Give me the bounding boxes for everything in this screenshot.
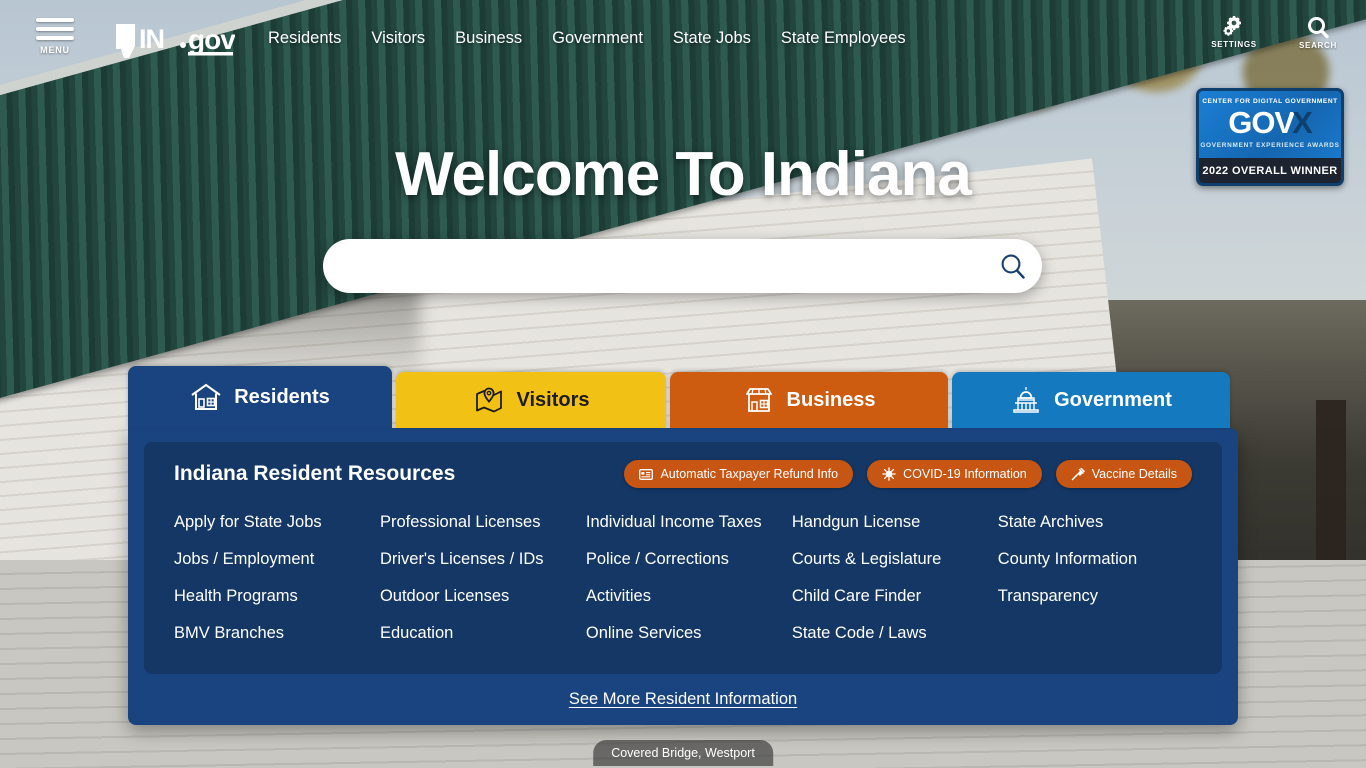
resource-links-column-5: State Archives County Information Transp… xyxy=(998,504,1192,652)
award-badge[interactable]: CENTER FOR DIGITAL GOVERNMENT GOV X GOVER… xyxy=(1196,88,1344,186)
award-badge-subtitle: GOVERNMENT EXPERIENCE AWARDS xyxy=(1200,142,1340,149)
hamburger-icon-bar-3 xyxy=(36,36,74,40)
tab-residents[interactable]: Residents xyxy=(128,366,392,428)
tab-business[interactable]: Business xyxy=(670,372,948,428)
resource-link[interactable]: Handgun License xyxy=(792,504,998,541)
resource-link[interactable]: County Information xyxy=(998,541,1192,578)
award-badge-x-mark: X xyxy=(1292,105,1313,140)
hamburger-icon-bar-2 xyxy=(36,27,74,31)
site-header: MENU IN gov Residents Visitors Business … xyxy=(0,0,1366,82)
resource-links-column-4: Handgun License Courts & Legislature Chi… xyxy=(792,504,998,652)
pill-automatic-taxpayer-refund[interactable]: Automatic Taxpayer Refund Info xyxy=(624,460,854,488)
resource-link[interactable]: BMV Branches xyxy=(174,615,380,652)
resource-link[interactable]: Education xyxy=(380,615,586,652)
svg-text:gov: gov xyxy=(188,24,235,55)
nav-item-residents[interactable]: Residents xyxy=(268,29,371,48)
search-toggle-label: SEARCH xyxy=(1299,41,1337,50)
search-magnifier-icon xyxy=(1001,254,1025,279)
hamburger-icon-bar-1 xyxy=(36,18,74,22)
resources-panel-header: Indiana Resident Resources Automatic Tax… xyxy=(174,460,1192,488)
resources-panel: Indiana Resident Resources Automatic Tax… xyxy=(128,428,1238,725)
hero-search-bar xyxy=(323,239,1042,293)
menu-button[interactable]: MENU xyxy=(35,18,75,55)
nav-item-state-employees[interactable]: State Employees xyxy=(781,29,936,48)
storefront-icon xyxy=(743,385,775,415)
tab-government[interactable]: Government xyxy=(952,372,1230,428)
search-magnifier-icon xyxy=(1308,17,1329,39)
award-badge-govx-text: GOV xyxy=(1228,105,1295,140)
tab-visitors[interactable]: Visitors xyxy=(396,372,666,428)
settings-button[interactable]: SETTINGS xyxy=(1206,16,1262,50)
tab-residents-label: Residents xyxy=(234,385,330,408)
resource-link[interactable]: Health Programs xyxy=(174,578,380,615)
tab-visitors-label: Visitors xyxy=(516,388,590,411)
award-badge-title: GOV X xyxy=(1228,105,1313,140)
resource-links-grid: Apply for State Jobs Jobs / Employment H… xyxy=(174,504,1192,652)
resource-link[interactable]: Activities xyxy=(586,578,792,615)
tab-government-label: Government xyxy=(1054,388,1172,411)
award-badge-winner-bar: 2022 OVERALL WINNER xyxy=(1199,158,1341,183)
in-gov-logo-icon: IN gov xyxy=(116,24,235,58)
site-logo[interactable]: IN gov xyxy=(113,22,235,62)
search-submit-button[interactable] xyxy=(984,239,1042,293)
header-utility-icons: SETTINGS SEARCH xyxy=(1206,16,1346,50)
resource-link[interactable]: Individual Income Taxes xyxy=(586,504,792,541)
resource-link[interactable]: Professional Licenses xyxy=(380,504,586,541)
resources-panel-inner: Indiana Resident Resources Automatic Tax… xyxy=(144,442,1222,674)
highlight-pill-list: Automatic Taxpayer Refund Info COVID-19 … xyxy=(624,460,1192,488)
search-toggle-button[interactable]: SEARCH xyxy=(1290,16,1346,50)
audience-section: Residents Visitors Business Government I… xyxy=(128,366,1238,725)
resources-panel-title: Indiana Resident Resources xyxy=(174,462,456,485)
svg-text:IN: IN xyxy=(139,24,164,54)
pill-covid-19-information-label: COVID-19 Information xyxy=(903,467,1027,481)
pill-automatic-taxpayer-refund-label: Automatic Taxpayer Refund Info xyxy=(660,467,839,481)
pill-vaccine-details[interactable]: Vaccine Details xyxy=(1055,460,1192,488)
virus-icon xyxy=(882,467,896,481)
page-title: Welcome To Indiana xyxy=(395,140,972,209)
main-navigation: Residents Visitors Business Government S… xyxy=(268,29,936,48)
resource-link[interactable]: Jobs / Employment xyxy=(174,541,380,578)
money-check-icon xyxy=(639,468,654,480)
resource-link[interactable]: Transparency xyxy=(998,578,1192,615)
settings-button-label: SETTINGS xyxy=(1211,40,1257,49)
resource-link[interactable]: Apply for State Jobs xyxy=(174,504,380,541)
map-pin-icon xyxy=(473,385,505,415)
settings-gears-icon xyxy=(1223,16,1241,36)
audience-tab-list: Residents Visitors Business Government xyxy=(128,366,1238,428)
pill-vaccine-details-label: Vaccine Details xyxy=(1091,467,1177,481)
tab-business-label: Business xyxy=(786,388,876,411)
resources-panel-footer: See More Resident Information xyxy=(144,674,1222,709)
resource-link[interactable]: Police / Corrections xyxy=(586,541,792,578)
resource-link[interactable]: State Code / Laws xyxy=(792,615,998,652)
pill-covid-19-information[interactable]: COVID-19 Information xyxy=(867,460,1042,488)
resource-links-column-2: Professional Licenses Driver's Licenses … xyxy=(380,504,586,652)
resource-link[interactable]: Courts & Legislature xyxy=(792,541,998,578)
house-icon xyxy=(190,382,222,412)
nav-item-business[interactable]: Business xyxy=(455,29,552,48)
resource-link[interactable]: Outdoor Licenses xyxy=(380,578,586,615)
nav-item-state-jobs[interactable]: State Jobs xyxy=(673,29,781,48)
resource-link[interactable]: State Archives xyxy=(998,504,1192,541)
resource-link[interactable]: Child Care Finder xyxy=(792,578,998,615)
resource-links-column-1: Apply for State Jobs Jobs / Employment H… xyxy=(174,504,380,652)
photo-caption: Covered Bridge, Westport xyxy=(593,740,773,766)
resource-link[interactable]: Driver's Licenses / IDs xyxy=(380,541,586,578)
see-more-resident-information-link[interactable]: See More Resident Information xyxy=(569,690,797,708)
nav-item-visitors[interactable]: Visitors xyxy=(371,29,455,48)
award-badge-organization: CENTER FOR DIGITAL GOVERNMENT xyxy=(1202,98,1338,105)
capitol-icon xyxy=(1010,385,1042,415)
resource-links-column-3: Individual Income Taxes Police / Correct… xyxy=(586,504,792,652)
menu-button-label: MENU xyxy=(40,45,70,55)
search-input[interactable] xyxy=(323,256,984,276)
syringe-icon xyxy=(1071,467,1085,481)
resource-link[interactable]: Online Services xyxy=(586,615,792,652)
nav-item-government[interactable]: Government xyxy=(552,29,673,48)
page-root: MENU IN gov Residents Visitors Business … xyxy=(0,0,1366,768)
